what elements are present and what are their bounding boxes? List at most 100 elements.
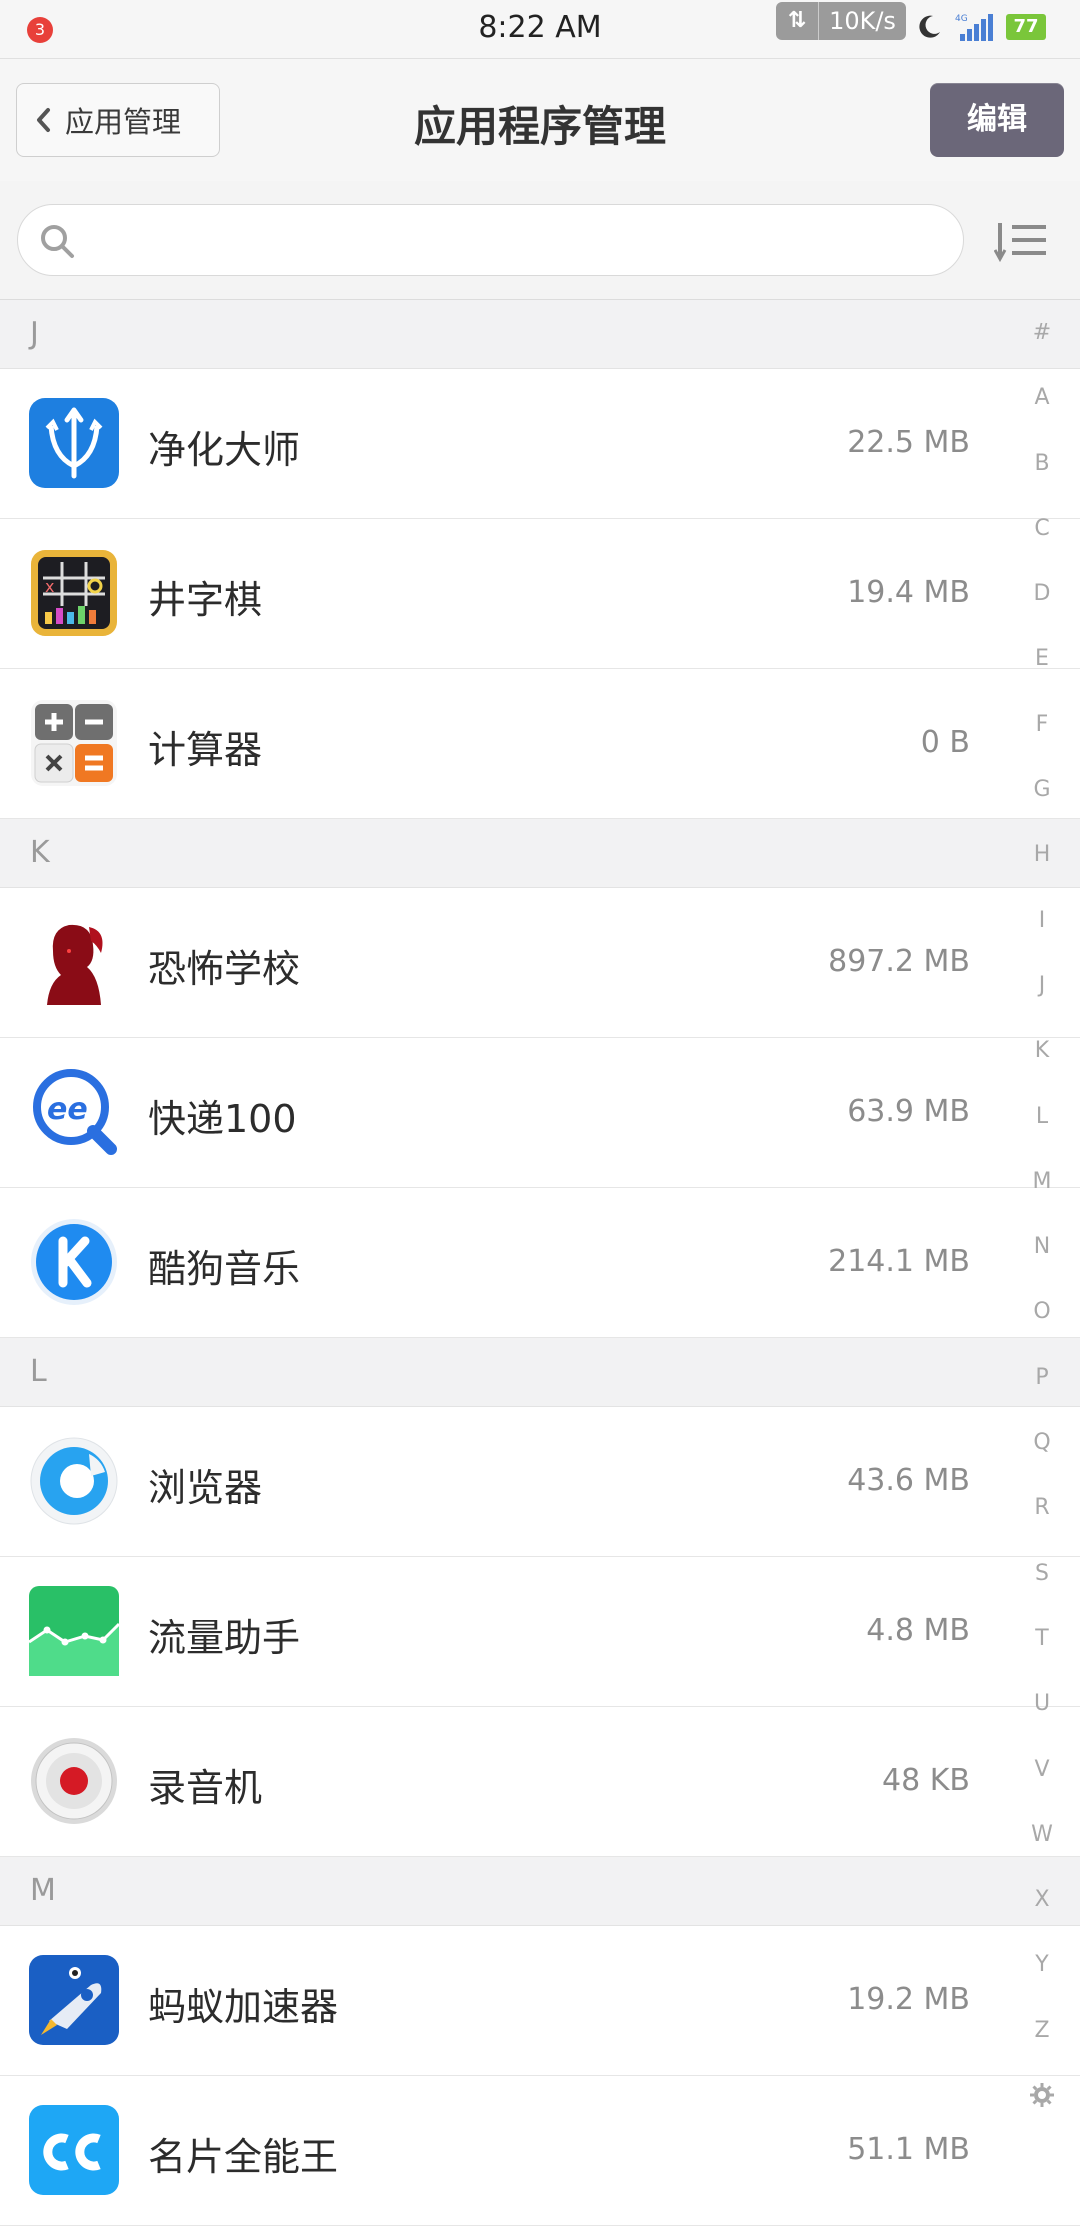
trident-shield-icon — [29, 398, 119, 488]
ant-rocket-icon — [29, 1955, 119, 2045]
index-letter[interactable]: L — [1020, 1102, 1064, 1167]
app-row-mingpian[interactable]: 名片全能王 51.1 MB — [0, 2076, 1080, 2226]
index-letter[interactable]: B — [1020, 449, 1064, 514]
app-row-kuaidi100[interactable]: ee 快递100 63.9 MB — [0, 1038, 1080, 1188]
network-speed-indicator: ⇅ 10K/s — [776, 2, 906, 40]
section-letter: L — [30, 1354, 47, 1389]
app-name: 恐怖学校 — [148, 947, 301, 991]
index-letter[interactable]: J — [1020, 971, 1064, 1036]
app-name: 井字棋 — [148, 578, 263, 622]
app-size: 19.4 MB — [847, 575, 970, 610]
index-letter[interactable]: C — [1020, 514, 1064, 579]
index-letter[interactable]: I — [1020, 906, 1064, 971]
search-input[interactable] — [88, 215, 942, 267]
index-letter[interactable]: F — [1020, 710, 1064, 775]
app-name: 流量助手 — [148, 1616, 301, 1660]
kugou-k-icon — [31, 1219, 117, 1305]
svg-text:ee: ee — [47, 1092, 88, 1127]
index-letter[interactable]: S — [1020, 1559, 1064, 1624]
section-letter: J — [30, 316, 39, 351]
index-letter[interactable]: T — [1020, 1624, 1064, 1689]
calculator-icon — [31, 700, 117, 786]
app-row-jingziqi[interactable]: x 井字棋 19.4 MB — [0, 519, 1080, 669]
index-letter[interactable]: G — [1020, 775, 1064, 840]
index-letter[interactable]: Y — [1020, 1950, 1064, 2015]
network-type-label: 4G — [955, 14, 968, 24]
app-list: J 净化大师 22.5 MB x 井字棋 19.4 MB 计算器 0 B K 恐… — [0, 300, 1080, 2226]
app-name: 计算器 — [148, 728, 263, 772]
app-name: 浏览器 — [148, 1466, 263, 1510]
index-letter[interactable]: R — [1020, 1493, 1064, 1558]
section-header-k: K — [0, 819, 1080, 888]
app-row-mayi[interactable]: 蚂蚁加速器 19.2 MB — [0, 1926, 1080, 2076]
search-field[interactable] — [17, 204, 964, 276]
app-size: 51.1 MB — [847, 2132, 970, 2167]
app-row-liuliang[interactable]: 流量助手 4.8 MB — [0, 1557, 1080, 1707]
app-row-kongbu[interactable]: 恐怖学校 897.2 MB — [0, 888, 1080, 1038]
app-row-kugou[interactable]: 酷狗音乐 214.1 MB — [0, 1188, 1080, 1338]
recorder-icon — [31, 1738, 117, 1824]
do-not-disturb-moon-icon — [919, 15, 940, 38]
index-letter[interactable]: M — [1020, 1167, 1064, 1232]
battery-indicator: 77 — [1006, 14, 1046, 40]
app-size: 4.8 MB — [866, 1613, 970, 1648]
app-size: 22.5 MB — [847, 425, 970, 460]
app-row-calculator[interactable]: 计算器 0 B — [0, 669, 1080, 819]
index-letter[interactable]: O — [1020, 1297, 1064, 1362]
index-letter[interactable]: E — [1020, 644, 1064, 709]
horror-girl-icon — [29, 917, 119, 1007]
index-letter[interactable]: D — [1020, 579, 1064, 644]
index-letter[interactable]: P — [1020, 1363, 1064, 1428]
app-size: 48 KB — [882, 1763, 970, 1798]
app-size: 19.2 MB — [847, 1982, 970, 2017]
network-speed: 10K/s — [829, 7, 896, 35]
status-bar: 3 8:22 AM ⇅ 10K/s 4G 77 — [0, 0, 1080, 58]
index-letter[interactable]: U — [1020, 1689, 1064, 1754]
app-size: 897.2 MB — [828, 944, 970, 979]
app-name: 快递100 — [148, 1097, 297, 1141]
edit-button[interactable]: 编辑 — [930, 83, 1064, 157]
app-name: 蚂蚁加速器 — [148, 1985, 339, 2029]
signal-4g-icon: 4G — [955, 14, 993, 41]
data-traffic-icon — [29, 1586, 119, 1676]
settings-icon[interactable] — [1020, 2081, 1064, 2146]
index-letter[interactable]: Q — [1020, 1428, 1064, 1493]
index-letter[interactable]: # — [1020, 318, 1064, 383]
search-bar — [0, 181, 1080, 300]
app-size: 214.1 MB — [828, 1244, 970, 1279]
app-size: 63.9 MB — [847, 1094, 970, 1129]
index-letter[interactable]: W — [1020, 1820, 1064, 1885]
app-row-recorder[interactable]: 录音机 48 KB — [0, 1707, 1080, 1857]
sort-icon[interactable] — [994, 219, 1050, 263]
app-name: 酷狗音乐 — [148, 1247, 301, 1291]
page-title: 应用程序管理 — [413, 102, 666, 151]
navigation-bar: 应用管理 应用程序管理 编辑 — [0, 58, 1080, 181]
svg-text:x: x — [45, 577, 54, 596]
section-header-j: J — [0, 300, 1080, 369]
app-size: 43.6 MB — [847, 1463, 970, 1498]
index-letter[interactable]: X — [1020, 1885, 1064, 1950]
index-letter[interactable]: A — [1020, 383, 1064, 448]
app-row-browser[interactable]: 浏览器 43.6 MB — [0, 1407, 1080, 1557]
index-letter[interactable]: N — [1020, 1232, 1064, 1297]
browser-icon — [30, 1437, 118, 1525]
camcard-icon — [29, 2105, 119, 2195]
index-letter[interactable]: H — [1020, 840, 1064, 905]
app-name: 录音机 — [148, 1766, 263, 1810]
index-letter[interactable]: Z — [1020, 2016, 1064, 2081]
app-size: 0 B — [920, 725, 970, 760]
index-letter[interactable]: K — [1020, 1036, 1064, 1101]
alphabet-index-bar[interactable]: # A B C D E F G H I J K L M N O P Q R S … — [1020, 318, 1064, 2146]
app-name: 净化大师 — [148, 428, 301, 472]
section-header-l: L — [0, 1338, 1080, 1407]
section-letter: M — [30, 1873, 56, 1908]
data-transfer-icon: ⇅ — [776, 2, 819, 40]
search-icon — [41, 225, 74, 258]
section-header-m: M — [0, 1857, 1080, 1926]
index-letter[interactable]: V — [1020, 1755, 1064, 1820]
express-search-icon: ee — [33, 1069, 117, 1155]
app-name: 名片全能王 — [148, 2135, 339, 2179]
app-row-jinghua[interactable]: 净化大师 22.5 MB — [0, 369, 1080, 519]
section-letter: K — [30, 835, 50, 870]
tic-tac-toe-icon: x — [31, 550, 117, 636]
